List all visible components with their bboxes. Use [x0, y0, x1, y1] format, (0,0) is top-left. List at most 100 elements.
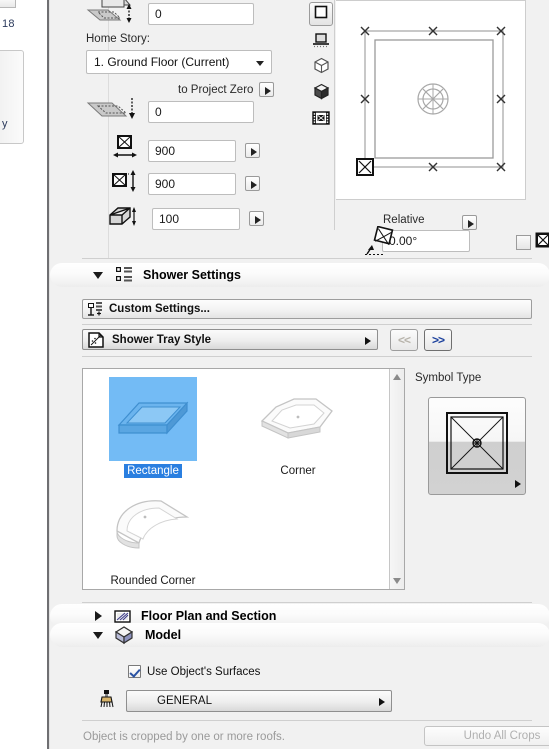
- project-zero-input[interactable]: [148, 100, 254, 123]
- geometry-form: Home Story: 1. Ground Floor (Current) to…: [50, 0, 285, 255]
- height-row: [108, 205, 264, 232]
- relative-angle-label: Relative: [383, 214, 425, 226]
- next-style-button[interactable]: >>: [424, 329, 452, 351]
- background-window-number: 18: [2, 18, 15, 30]
- background-window-tab: [0, 0, 16, 8]
- object-height-icon: [108, 205, 138, 232]
- film-strip-icon: [312, 110, 330, 131]
- wireframe-cube-icon: [313, 57, 330, 79]
- preview-view-tabs: [306, 0, 335, 230]
- preview-display-toggles: [516, 232, 549, 253]
- shower-settings-icon: [115, 266, 133, 284]
- custom-settings-button[interactable]: Custom Settings...: [82, 299, 532, 319]
- section-header-shower-settings[interactable]: Shower Settings: [50, 263, 549, 287]
- custom-settings-label: Custom Settings...: [109, 303, 210, 315]
- crop-status-note: Object is cropped by one or more roofs.: [83, 731, 285, 743]
- show-hotspots-toggle-icon[interactable]: [535, 232, 549, 253]
- thumbnail-label-corner: Corner: [280, 465, 316, 477]
- floor-plan-section-icon: [114, 609, 131, 624]
- model-title: Model: [145, 628, 182, 642]
- background-window: 18 y: [0, 0, 48, 749]
- tab-2d-symbol-view[interactable]: [309, 2, 333, 26]
- tab-3d-shaded-view[interactable]: [309, 82, 333, 106]
- thumbnail-label-rounded-corner: Rounded Corner: [110, 575, 196, 587]
- corner-tray-image: [254, 377, 342, 461]
- model-cube-icon: [113, 625, 135, 645]
- object-width-icon: [112, 135, 138, 166]
- custom-settings-icon: [87, 301, 103, 317]
- preview-plan-drawing: [356, 26, 506, 176]
- depth-input[interactable]: [148, 172, 236, 195]
- object-preview-canvas[interactable]: [336, 0, 526, 200]
- square-2d-icon: [313, 4, 329, 25]
- previous-style-button[interactable]: <<: [390, 329, 418, 351]
- symbol-preview-drawing: [446, 412, 508, 474]
- undo-all-crops-button[interactable]: Undo All Crops: [424, 726, 549, 746]
- footer-separator: [82, 720, 532, 721]
- show-frame-toggle-icon[interactable]: [516, 235, 531, 250]
- elevation-from-story-icon: [86, 0, 144, 31]
- use-object-surfaces-row[interactable]: Use Object's Surfaces: [128, 665, 260, 678]
- thumbnail-item-corner[interactable]: Corner: [238, 377, 358, 479]
- thumbnail-list-scrollbar[interactable]: [389, 369, 404, 589]
- front-elevation-icon: [312, 31, 330, 54]
- section-separator-3: [82, 356, 532, 357]
- model-chevron-down-icon[interactable]: [93, 631, 103, 639]
- scroll-up-icon[interactable]: [393, 374, 401, 380]
- surface-material-value: GENERAL: [157, 695, 212, 707]
- shower-settings-title: Shower Settings: [143, 268, 241, 282]
- elevation-input[interactable]: [148, 2, 254, 25]
- rounded-corner-tray-image: [109, 487, 197, 571]
- undo-all-crops-label: Undo All Crops: [463, 730, 541, 742]
- elevation-row: [86, 0, 254, 31]
- thumbnail-item-rectangle[interactable]: Rectangle: [93, 377, 213, 479]
- height-input[interactable]: [152, 207, 240, 230]
- shower-tray-style-label: Shower Tray Style: [112, 333, 212, 346]
- floor-plan-title: Floor Plan and Section: [141, 609, 277, 623]
- shower-tray-style-popup[interactable]: Shower Tray Style: [82, 329, 378, 350]
- depth-stepper[interactable]: [245, 176, 260, 191]
- surface-material-popup[interactable]: GENERAL: [126, 690, 392, 712]
- section-header-model[interactable]: Model: [50, 623, 549, 647]
- section-separator-4: [82, 602, 532, 603]
- home-story-combo[interactable]: 1. Ground Floor (Current): [86, 50, 272, 74]
- chevron-right-icon[interactable]: [95, 611, 102, 621]
- previous-style-label: <<: [397, 333, 411, 347]
- object-depth-icon: [112, 170, 138, 197]
- use-object-surfaces-label: Use Object's Surfaces: [147, 665, 261, 678]
- symbol-type-selector[interactable]: [428, 397, 526, 495]
- shower-tray-icon: [88, 331, 104, 348]
- tab-3d-wireframe-view[interactable]: [309, 56, 333, 80]
- chevron-down-icon[interactable]: [93, 271, 103, 279]
- thumbnail-item-rounded-corner[interactable]: Rounded Corner: [93, 487, 213, 589]
- width-input[interactable]: [148, 139, 236, 162]
- project-zero-input-row: [86, 96, 254, 127]
- shower-tray-thumbnail-list[interactable]: Rectangle Corner Rounded Corner: [82, 368, 405, 590]
- rotate-object-icon: [365, 225, 397, 261]
- project-zero-row[interactable]: to Project Zero: [178, 82, 275, 97]
- width-row: [112, 135, 260, 166]
- project-zero-label: to Project Zero: [178, 83, 254, 96]
- project-zero-popup-icon[interactable]: [259, 82, 275, 97]
- height-stepper[interactable]: [249, 211, 264, 226]
- object-settings-dialog: 18 y 0 Home Story: 1. Ground Floor (Curr…: [0, 0, 549, 749]
- home-story-label: Home Story:: [86, 33, 150, 45]
- use-object-surfaces-checkbox[interactable]: [128, 665, 141, 678]
- section-separator-2: [82, 324, 532, 325]
- relative-angle-popup-icon[interactable]: [462, 215, 477, 230]
- home-story-value: 1. Ground Floor (Current): [94, 55, 230, 69]
- thumbnail-label-rectangle: Rectangle: [124, 464, 182, 478]
- next-style-label: >>: [431, 333, 445, 347]
- surface-brush-icon: [98, 689, 116, 714]
- section-separator-1: [82, 258, 532, 259]
- rectangle-tray-image: [109, 377, 197, 461]
- shaded-cube-icon: [313, 83, 330, 105]
- scroll-down-icon[interactable]: [393, 578, 401, 584]
- elevation-to-project-zero-icon: [86, 96, 144, 127]
- width-stepper[interactable]: [245, 143, 260, 158]
- background-window-letter: y: [2, 118, 8, 130]
- tab-preview-picture-view[interactable]: [309, 108, 333, 132]
- anchor-hotspot: [356, 158, 374, 176]
- tab-front-elevation-view[interactable]: [309, 30, 333, 54]
- settings-panel: Home Story: 1. Ground Floor (Current) to…: [49, 0, 549, 749]
